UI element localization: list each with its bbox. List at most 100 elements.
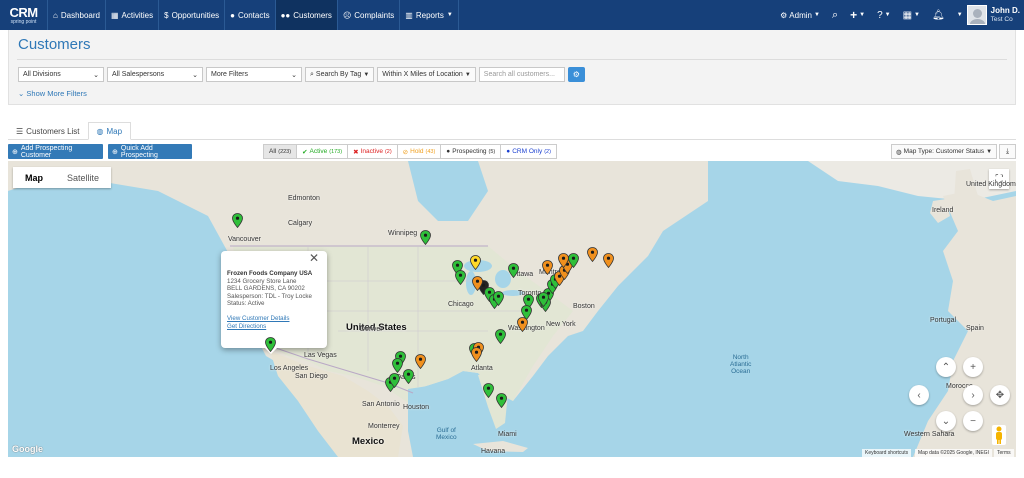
street-view-pegman-icon[interactable] <box>992 425 1006 445</box>
nav-label: Opportunities <box>171 10 220 20</box>
popup-status: Status: Active <box>227 300 265 308</box>
nav-reports[interactable]: ▥ Reports ▼ <box>400 0 459 30</box>
legend-hold[interactable]: ⊘ Hold (43) <box>396 144 442 159</box>
salespersons-select[interactable]: All Salespersons ⌄ <box>107 67 203 82</box>
legend-label: Prospecting <box>452 148 487 155</box>
view-customer-details-link[interactable]: View Customer Details <box>227 315 321 323</box>
customer-marker[interactable] <box>538 292 549 307</box>
get-directions-link[interactable]: Get Directions <box>227 323 321 331</box>
legend-crm-only[interactable]: ● CRM Only (2) <box>500 144 557 159</box>
search-by-tag-button[interactable]: ⌕ Search By Tag ▼ <box>305 67 375 82</box>
help-menu[interactable]: ? ▼ <box>871 0 897 30</box>
list-icon: ☰ <box>16 126 24 136</box>
legend-label: All <box>269 148 277 155</box>
popup-address-1: 1234 Grocery Store Lane <box>227 277 297 285</box>
customer-marker[interactable] <box>493 291 504 306</box>
bar-chart-icon: ▥ <box>405 10 413 20</box>
customer-marker[interactable] <box>508 263 519 278</box>
map-type-map-button[interactable]: Map <box>13 167 55 188</box>
nav-opportunities[interactable]: $ Opportunities <box>159 0 226 30</box>
customer-marker[interactable] <box>455 270 466 285</box>
popup-salesperson: Salesperson: TDL - Troy Locke <box>227 292 312 300</box>
customer-marker[interactable] <box>568 253 579 268</box>
legend-active[interactable]: ✔ Active (173) <box>296 144 349 159</box>
customer-marker[interactable] <box>265 337 276 352</box>
legend-prospecting[interactable]: ● Prospecting (5) <box>440 144 502 159</box>
map-recenter-button[interactable]: ✥ <box>990 385 1010 405</box>
customer-marker[interactable] <box>392 358 403 373</box>
customer-marker[interactable] <box>470 255 481 270</box>
customer-marker[interactable] <box>232 213 243 228</box>
zoom-in-button[interactable]: + <box>963 357 983 377</box>
label-city: Denver <box>360 326 383 333</box>
download-button[interactable]: ⤓ <box>999 144 1016 159</box>
tab-customers-list[interactable]: ☰ Customers List <box>8 122 88 140</box>
add-menu[interactable]: + ▼ <box>844 0 871 30</box>
within-miles-button[interactable]: Within X Miles of Location ▼ <box>377 67 476 82</box>
customer-marker[interactable] <box>587 247 598 262</box>
customer-info-popup: ✕ Frozen Foods Company USA 1234 Grocery … <box>221 251 327 354</box>
label-city: United Kingdom <box>966 181 1016 188</box>
show-more-filters-link[interactable]: ⌄ Show More Filters <box>18 89 87 98</box>
divisions-select[interactable]: All Divisions ⌄ <box>18 67 104 82</box>
legend-label: Active <box>309 148 328 155</box>
map-pan-right-button[interactable]: › <box>963 385 983 405</box>
customer-marker[interactable] <box>542 260 553 275</box>
frown-icon: ☹ <box>342 10 352 20</box>
admin-menu[interactable]: ⚙ Admin ▼ <box>774 0 826 30</box>
label-city: Edmonton <box>288 195 320 202</box>
search-input[interactable]: Search all customers... <box>478 67 565 82</box>
label-city: San Antonio <box>362 401 400 408</box>
status-legend: All (223) ✔ Active (173) ✖ Inactive (2) ⊘ Hold… <box>263 144 557 159</box>
map-pan-left-button[interactable]: ‹ <box>909 385 929 405</box>
nav-contacts[interactable]: ● Contacts <box>225 0 276 30</box>
nav-activities[interactable]: ▦ Activities <box>106 0 160 30</box>
cogs-icon: ⚙ <box>780 10 788 20</box>
calendar-menu[interactable]: ▦ ▼ <box>897 0 926 30</box>
customer-marker[interactable] <box>415 354 426 369</box>
nav-label: Reports <box>415 10 444 20</box>
caret-down-icon: ▼ <box>884 12 891 18</box>
customer-marker[interactable] <box>471 347 482 362</box>
customer-marker[interactable] <box>496 393 507 408</box>
search-settings-button[interactable]: ⚙ <box>567 67 585 82</box>
keyboard-shortcuts-link[interactable]: Keyboard shortcuts <box>862 449 912 457</box>
legend-all[interactable]: All (223) <box>263 144 298 159</box>
customer-marker[interactable] <box>517 317 528 332</box>
nav-complaints[interactable]: ☹ Complaints <box>338 0 401 30</box>
more-filters-select[interactable]: More Filters ⌄ <box>206 67 302 82</box>
nav-customers[interactable]: ●● Customers <box>275 0 338 30</box>
search-button[interactable]: ⌕ <box>826 0 844 30</box>
customer-marker[interactable] <box>483 383 494 398</box>
nav-dashboard[interactable]: ⌂ Dashboard <box>48 0 106 30</box>
map-pan-up-button[interactable]: ⌃ <box>936 357 956 377</box>
label-city: Western Sahara <box>904 431 955 438</box>
globe-icon: ◍ <box>896 148 902 156</box>
calendar-icon: ▦ <box>902 9 913 21</box>
label-city: Havana <box>481 448 506 455</box>
map-pan-down-button[interactable]: ⌄ <box>936 411 956 431</box>
customer-marker[interactable] <box>420 230 431 245</box>
quick-add-prospecting-button[interactable]: ⊕ Quick Add Prospecting <box>108 144 192 159</box>
customer-marker[interactable] <box>495 329 506 344</box>
legend-inactive[interactable]: ✖ Inactive (2) <box>347 144 398 159</box>
notifications-button[interactable]: 🔔︎ <box>926 0 951 30</box>
map-type-satellite-button[interactable]: Satellite <box>55 167 111 188</box>
tab-map[interactable]: ◍ Map <box>87 122 132 140</box>
map-base <box>8 161 1016 457</box>
terms-link[interactable]: Terms <box>994 449 1014 457</box>
user-menu[interactable]: ▼ John D. Test Co <box>951 0 1024 30</box>
add-prospecting-customer-button[interactable]: ⊕ Add Prospecting Customer <box>8 144 103 159</box>
zoom-out-button[interactable]: − <box>963 411 983 431</box>
customer-marker[interactable] <box>472 276 483 291</box>
nav-right: ⚙ Admin ▼ ⌕ + ▼ ? ▼ ▦ ▼ 🔔︎ ▼ John D. Test Co <box>774 0 1024 30</box>
customer-marker[interactable] <box>389 373 400 388</box>
label-city: Miami <box>498 431 517 438</box>
customer-marker[interactable] <box>603 253 614 268</box>
customer-marker[interactable] <box>403 369 414 384</box>
close-icon[interactable]: ✕ <box>309 252 319 263</box>
crm-logo[interactable]: CRM spring point <box>0 0 48 30</box>
map-type-dropdown[interactable]: ◍ Map Type: Customer Status ▼ <box>891 144 998 159</box>
label-city: Monterrey <box>368 423 400 430</box>
customer-map[interactable]: Map Satellite ⛶ United States Mexico Nor… <box>8 161 1016 457</box>
